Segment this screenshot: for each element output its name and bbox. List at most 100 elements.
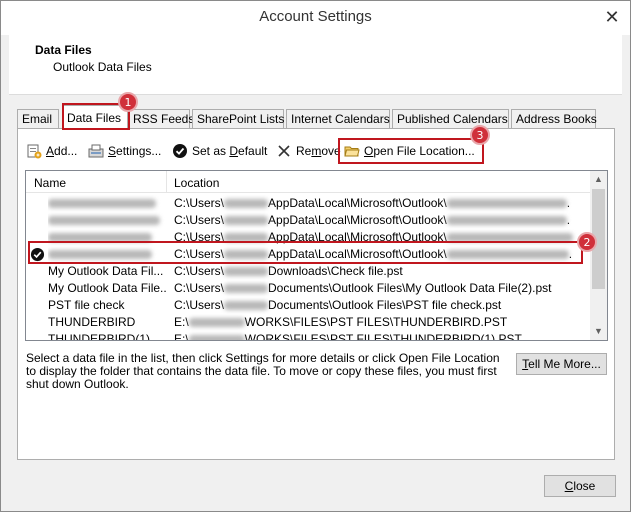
account-settings-window: Account Settings ✕ Data Files Outlook Da… <box>0 0 631 512</box>
step-marker-1: 1 <box>118 92 138 112</box>
row-location-prefix: C:\Users\ <box>174 298 225 312</box>
redacted-text <box>446 216 567 226</box>
list-scrollbar[interactable]: ▲ ▼ <box>590 171 607 340</box>
set-as-default-button[interactable]: Set as Default <box>172 141 267 161</box>
row-location-path: AppData\Local\Microsoft\Outlook\ <box>268 196 447 210</box>
row-location-prefix: C:\Users\ <box>174 196 225 210</box>
tab-address-books[interactable]: Address Books <box>511 109 597 129</box>
row-location-prefix: C:\Users\ <box>174 264 225 278</box>
row-location-prefix: E:\ <box>174 332 189 341</box>
close-button-label: lose <box>573 479 596 493</box>
table-row[interactable]: THUNDERBIRD(1) E:\ WORKS\FILES\PST FILES\… <box>26 331 590 341</box>
row-location-path: AppData\Local\Microsoft\Outlook\ <box>268 213 447 227</box>
redacted-text <box>188 335 245 340</box>
step-marker-3: 3 <box>470 125 490 145</box>
row-location-path: AppData\Local\Microsoft\Outlook\ <box>268 230 447 244</box>
remove-button[interactable]: Remove <box>276 141 341 161</box>
settings-button-mnemonic: S <box>108 144 117 158</box>
row-location-path: Documents\Outlook Files\PST file check.p… <box>268 298 502 312</box>
tell-me-more-label: ell Me More... <box>528 357 601 371</box>
column-header-location[interactable]: Location <box>174 176 219 190</box>
tab-internet-calendars[interactable]: Internet Calendars <box>286 109 390 129</box>
table-row[interactable]: C:\Users\ AppData\Local\Microsoft\Outlook… <box>26 229 590 246</box>
set-default-mnemonic: D <box>229 144 239 158</box>
redacted-text <box>48 250 152 260</box>
settings-button[interactable]: Settings... <box>88 141 161 161</box>
add-button-mnemonic: A <box>46 144 55 158</box>
x-remove-icon <box>276 143 292 159</box>
table-row[interactable]: My Outlook Data Fil... C:\Users\ Download… <box>26 263 590 280</box>
table-row[interactable]: C:\Users\ AppData\Local\Microsoft\Outlook… <box>26 195 590 212</box>
row-name <box>48 246 166 263</box>
row-location-prefix: C:\Users\ <box>174 230 225 244</box>
column-header-name[interactable]: Name <box>34 176 66 190</box>
open-location-mnemonic: O <box>364 144 374 158</box>
row-location: C:\Users\ AppData\Local\Microsoft\Outlook… <box>174 212 584 229</box>
redacted-text <box>224 199 269 209</box>
row-location: E:\ WORKS\FILES\PST FILES\THUNDERBIRD(1).… <box>174 331 584 341</box>
tab-published-calendars[interactable]: Published Calendars <box>392 109 509 129</box>
settings-button-label: ettings... <box>116 144 162 158</box>
redacted-text <box>224 250 269 260</box>
row-location: C:\Users\ AppData\Local\Microsoft\Outlook… <box>174 246 584 263</box>
row-location-tail: . <box>568 247 573 261</box>
tab-sharepoint-lists[interactable]: SharePoint Lists <box>192 109 284 129</box>
redacted-text <box>446 233 573 243</box>
window-title: Account Settings <box>259 8 372 25</box>
add-button-label: dd... <box>54 144 78 158</box>
tab-email[interactable]: Email <box>17 109 59 129</box>
data-files-list[interactable]: Name Location C:\Users\ AppData\Local\Mic… <box>25 170 608 341</box>
help-description: Select a data file in the list, then cli… <box>26 351 500 391</box>
row-location-tail: . <box>566 213 571 227</box>
add-button[interactable]: Add... <box>26 141 77 161</box>
table-row[interactable]: PST file check C:\Users\ Documents\Outloo… <box>26 297 590 314</box>
redacted-text <box>48 199 156 209</box>
column-divider[interactable] <box>166 171 167 193</box>
row-location: C:\Users\ AppData\Local\Microsoft\Outlook… <box>174 195 584 212</box>
redacted-text <box>48 216 160 226</box>
row-name: My Outlook Data File... <box>48 281 166 295</box>
row-location: C:\Users\ Documents\Outlook Files\My Outl… <box>174 280 584 297</box>
scroll-up-icon[interactable]: ▲ <box>590 171 607 188</box>
set-default-label-b: efault <box>238 144 268 158</box>
dialog-header: Data Files Outlook Data Files <box>9 35 622 95</box>
row-name <box>48 195 166 212</box>
tell-me-more-button[interactable]: Tell Me More... <box>516 353 607 375</box>
row-location: C:\Users\ Downloads\Check file.pst <box>174 263 584 280</box>
settings-icon <box>88 143 104 159</box>
title-bar: Account Settings ✕ <box>1 1 630 35</box>
remove-label-a: Re <box>296 144 312 158</box>
redacted-text <box>224 284 269 294</box>
redacted-text <box>446 250 569 260</box>
redacted-text <box>48 233 152 243</box>
redacted-text <box>224 301 269 311</box>
redacted-text <box>188 318 245 328</box>
row-location-tail: . <box>566 196 571 210</box>
data-files-panel: Add... Settings... Set as Default Remove <box>17 128 615 460</box>
close-button[interactable]: Close <box>544 475 616 497</box>
table-row[interactable]: THUNDERBIRD E:\ WORKS\FILES\PST FILES\THU… <box>26 314 590 331</box>
table-row[interactable]: C:\Users\ AppData\Local\Microsoft\Outlook… <box>26 212 590 229</box>
header-title: Data Files <box>35 43 92 57</box>
row-location: C:\Users\ Documents\Outlook Files\PST fil… <box>174 297 584 314</box>
row-location-path: AppData\Local\Microsoft\Outlook\ <box>268 247 447 261</box>
row-location-path: Documents\Outlook Files\My Outlook Data … <box>268 281 552 295</box>
table-row[interactable]: My Outlook Data File... C:\Users\ Documen… <box>26 280 590 297</box>
row-location-path: WORKS\FILES\PST FILES\THUNDERBIRD(1).PST <box>244 332 522 341</box>
row-name: THUNDERBIRD <box>48 315 136 329</box>
row-name: THUNDERBIRD(1) <box>48 332 150 341</box>
redacted-text <box>224 233 269 243</box>
redacted-text <box>446 199 567 209</box>
row-location: E:\ WORKS\FILES\PST FILES\THUNDERBIRD.PST <box>174 314 584 331</box>
row-name <box>48 229 166 246</box>
tab-data-files[interactable]: Data Files <box>62 105 128 130</box>
table-row-default[interactable]: C:\Users\ AppData\Local\Microsoft\Outlook… <box>26 246 590 263</box>
scroll-down-icon[interactable]: ▼ <box>590 323 607 340</box>
row-location-prefix: E:\ <box>174 315 189 329</box>
close-icon[interactable]: ✕ <box>600 7 624 27</box>
redacted-text <box>224 216 269 226</box>
row-location-prefix: C:\Users\ <box>174 281 225 295</box>
row-location-prefix: C:\Users\ <box>174 247 225 261</box>
tab-rss-feeds[interactable]: RSS Feeds <box>128 109 194 129</box>
open-file-location-button[interactable]: Open File Location... <box>344 141 475 161</box>
